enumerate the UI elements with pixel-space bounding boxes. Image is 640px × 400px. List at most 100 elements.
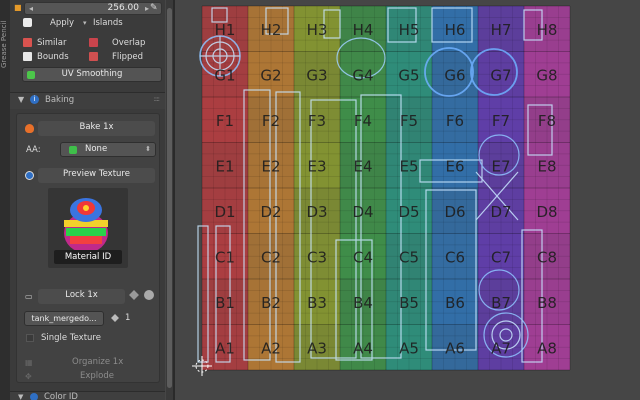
collapse-arrow-icon[interactable]: ▼ (18, 95, 24, 104)
preview-eye-icon[interactable] (25, 171, 34, 180)
uv-cell-label: D6 (444, 203, 465, 221)
uv-cell-label: E8 (537, 157, 556, 175)
uv-cell-label: A3 (307, 339, 327, 357)
object-name-field[interactable]: tank_mergedo... (24, 311, 104, 326)
uv-cell-label: B1 (215, 294, 235, 312)
uv-cell-label: H2 (261, 21, 282, 39)
material-preview-thumbnail[interactable]: Material ID (48, 188, 128, 268)
explode-button[interactable]: Explode (80, 371, 114, 381)
uv-cell-label: G1 (214, 66, 235, 84)
uv-smoothing-label: UV Smoothing (61, 69, 123, 79)
uv-cell-label: A7 (491, 339, 511, 357)
organize-icon: ▦ (25, 358, 33, 367)
uv-cell-label: D1 (214, 203, 235, 221)
uv-cell-label: D2 (260, 203, 281, 221)
dropdown-icon[interactable]: ▾ (83, 19, 87, 27)
info-icon: i (30, 95, 39, 104)
single-texture-checkbox[interactable] (26, 334, 34, 342)
aa-label: AA: (26, 145, 41, 155)
aa-value: None (85, 144, 108, 154)
info-icon-2 (30, 393, 38, 400)
islands-dropdown[interactable]: Islands (93, 18, 123, 28)
uv-cell-label: G2 (260, 66, 281, 84)
lock-button[interactable]: Lock 1x (38, 289, 125, 304)
preview-texture-label: Preview Texture (63, 169, 130, 179)
uv-cell-label: F3 (308, 112, 326, 130)
pencil-icon[interactable]: ✎ (150, 3, 158, 13)
uv-cell-label: B3 (307, 294, 327, 312)
uv-smoothing-button[interactable]: UV Smoothing (22, 67, 162, 82)
bounds-icon (23, 52, 32, 61)
panel-divider (173, 0, 175, 400)
uv-cell-label: H4 (353, 21, 374, 39)
uv-cell-label: B2 (261, 294, 281, 312)
uv-cell-label: H1 (215, 21, 236, 39)
uv-cell-label: C3 (307, 248, 327, 266)
bounds-button[interactable]: Bounds (37, 52, 69, 62)
uv-cell-label: H5 (399, 21, 420, 39)
organize-button[interactable]: Organize 1x (72, 357, 123, 367)
tool-panel: ◂ 256.00 ▸ ■ ✎ Apply ▾ Islands Similar O… (10, 0, 165, 400)
uv-cell-label: E1 (215, 157, 234, 175)
uv-cell-label: C4 (353, 248, 373, 266)
uv-cell-label: F5 (400, 112, 418, 130)
uv-cell-label: D3 (306, 203, 327, 221)
uv-cell-label: F7 (492, 112, 510, 130)
uv-cell-label: H6 (445, 21, 466, 39)
uv-cell-label: G5 (398, 66, 419, 84)
uv-cell-label: E2 (261, 157, 280, 175)
uv-editor-viewport[interactable]: H1 H2 H3 H4 H5 H6 H7 H8 G1 G2 G3 G4 G5 G6 G7 G8 F1 F2 F3 F4… (176, 0, 640, 400)
arrow-left-icon[interactable]: ◂ (29, 4, 33, 13)
uv-cell-label: G3 (306, 66, 327, 84)
smoothing-icon (27, 71, 35, 79)
uv-cell-label: C6 (445, 248, 465, 266)
uv-cell-label: F4 (354, 112, 372, 130)
flipped-icon (89, 52, 98, 61)
overlap-button[interactable]: Overlap (112, 38, 145, 48)
aa-dropdown[interactable]: None ⬍ (60, 142, 156, 157)
uv-cell-label: C2 (261, 248, 281, 266)
uv-layout-canvas[interactable]: H1 H2 H3 H4 H5 H6 H7 H8 G1 G2 G3 G4 G5 G6 G7 G8 F1 F2 F3 F4… (176, 0, 640, 400)
uv-cell-label: F8 (538, 112, 556, 130)
texel-size-field[interactable]: ◂ 256.00 ▸ (24, 2, 162, 15)
uv-cell-label: A6 (445, 339, 465, 357)
uv-cell-label: D7 (490, 203, 511, 221)
material-id-label: Material ID (54, 250, 122, 264)
uv-cell-label: G7 (490, 66, 511, 84)
uv-cell-label: F1 (216, 112, 234, 130)
drag-handle-icon[interactable]: :::: (154, 95, 161, 103)
uv-cell-label: E7 (491, 157, 510, 175)
uv-cell-label: G6 (444, 66, 465, 84)
object-count: 1 (125, 313, 131, 323)
uv-cell-label: E3 (307, 157, 326, 175)
preview-texture-button[interactable]: Preview Texture (38, 168, 155, 183)
uv-cell-label: E5 (399, 157, 418, 175)
uv-cell-label: C8 (537, 248, 557, 266)
tool-icon: ■ (14, 3, 22, 12)
uv-cell-label: B4 (353, 294, 373, 312)
uv-cell-label: D8 (536, 203, 557, 221)
uv-cell-label: E6 (445, 157, 464, 175)
uv-cell-label: F6 (446, 112, 464, 130)
arrow-right-icon[interactable]: ▸ (145, 4, 149, 13)
grease-pencil-tab[interactable]: Grease Pencil (0, 18, 10, 68)
sphere-icon[interactable] (144, 290, 154, 300)
apply-button[interactable]: Apply (50, 18, 74, 28)
texel-size-value: 256.00 (107, 3, 140, 13)
uv-cell-label: C7 (491, 248, 511, 266)
bake-button[interactable]: Bake 1x (38, 121, 155, 136)
uv-cell-label: H3 (307, 21, 328, 39)
scrollbar-thumb[interactable] (167, 8, 172, 388)
explode-icon: ✥ (25, 372, 32, 381)
baking-panel-header[interactable]: ▼ i Baking :::: (10, 92, 165, 109)
similar-button[interactable]: Similar (37, 38, 66, 48)
flipped-button[interactable]: Flipped (112, 52, 143, 62)
color-id-panel-header[interactable]: ▼ Color ID (10, 391, 165, 400)
dice-icon (23, 18, 32, 27)
uv-cell-label: A2 (261, 339, 281, 357)
baking-title: Baking (45, 95, 75, 105)
single-texture-label: Single Texture (41, 333, 101, 343)
collapse-arrow-icon-2[interactable]: ▼ (18, 393, 23, 400)
panel-scrollbar[interactable] (166, 0, 173, 400)
similar-icon (23, 38, 32, 47)
